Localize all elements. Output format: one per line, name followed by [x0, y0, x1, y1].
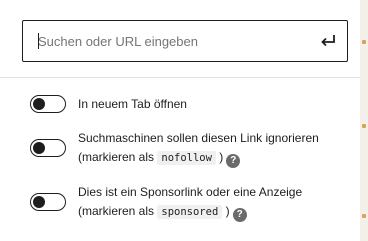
sponsored-label: Dies ist ein Sponsorlink oder eine Anzei…: [78, 185, 303, 199]
nofollow-suffix: ): [219, 150, 224, 164]
toggle-knob: [33, 142, 45, 154]
toggle-knob: [33, 98, 45, 110]
setting-open-new-tab: In neuem Tab öffnen: [30, 95, 350, 115]
background-mark: [362, 124, 366, 128]
link-search-section: [0, 0, 360, 78]
sponsored-toggle[interactable]: [30, 193, 66, 211]
nofollow-prefix: (markieren als: [78, 150, 155, 164]
link-settings: In neuem Tab öffnen Suchmaschinen sollen…: [0, 79, 360, 241]
nofollow-toggle[interactable]: [30, 139, 66, 157]
nofollow-sublabel: (markieren als nofollow )?: [78, 148, 241, 168]
help-icon[interactable]: ?: [232, 208, 247, 222]
link-search-input[interactable]: [23, 21, 313, 61]
help-icon[interactable]: ?: [226, 154, 241, 168]
link-search-box[interactable]: [22, 20, 348, 62]
enter-return-icon: [321, 35, 335, 47]
sponsored-suffix: ): [225, 204, 230, 218]
submit-link-button[interactable]: [317, 30, 339, 52]
setting-sponsored: Dies ist ein Sponsorlink oder eine Anzei…: [30, 183, 350, 223]
link-popover: In neuem Tab öffnen Suchmaschinen sollen…: [0, 0, 368, 241]
background-mark: [362, 40, 366, 44]
text-caret: [38, 33, 39, 49]
sponsored-sublabel: (markieren als sponsored )?: [78, 202, 247, 222]
sponsored-prefix: (markieren als: [78, 204, 155, 218]
editor-background-edge: [360, 0, 368, 241]
background-mark: [362, 214, 366, 218]
new-tab-toggle[interactable]: [30, 95, 66, 113]
sponsored-code: sponsored: [157, 205, 223, 219]
setting-nofollow: Suchmaschinen sollen diesen Link ignorie…: [30, 129, 350, 169]
nofollow-label: Suchmaschinen sollen diesen Link ignorie…: [78, 131, 319, 145]
nofollow-code: nofollow: [157, 151, 216, 165]
toggle-knob: [33, 196, 45, 208]
new-tab-label: In neuem Tab öffnen: [78, 97, 187, 111]
